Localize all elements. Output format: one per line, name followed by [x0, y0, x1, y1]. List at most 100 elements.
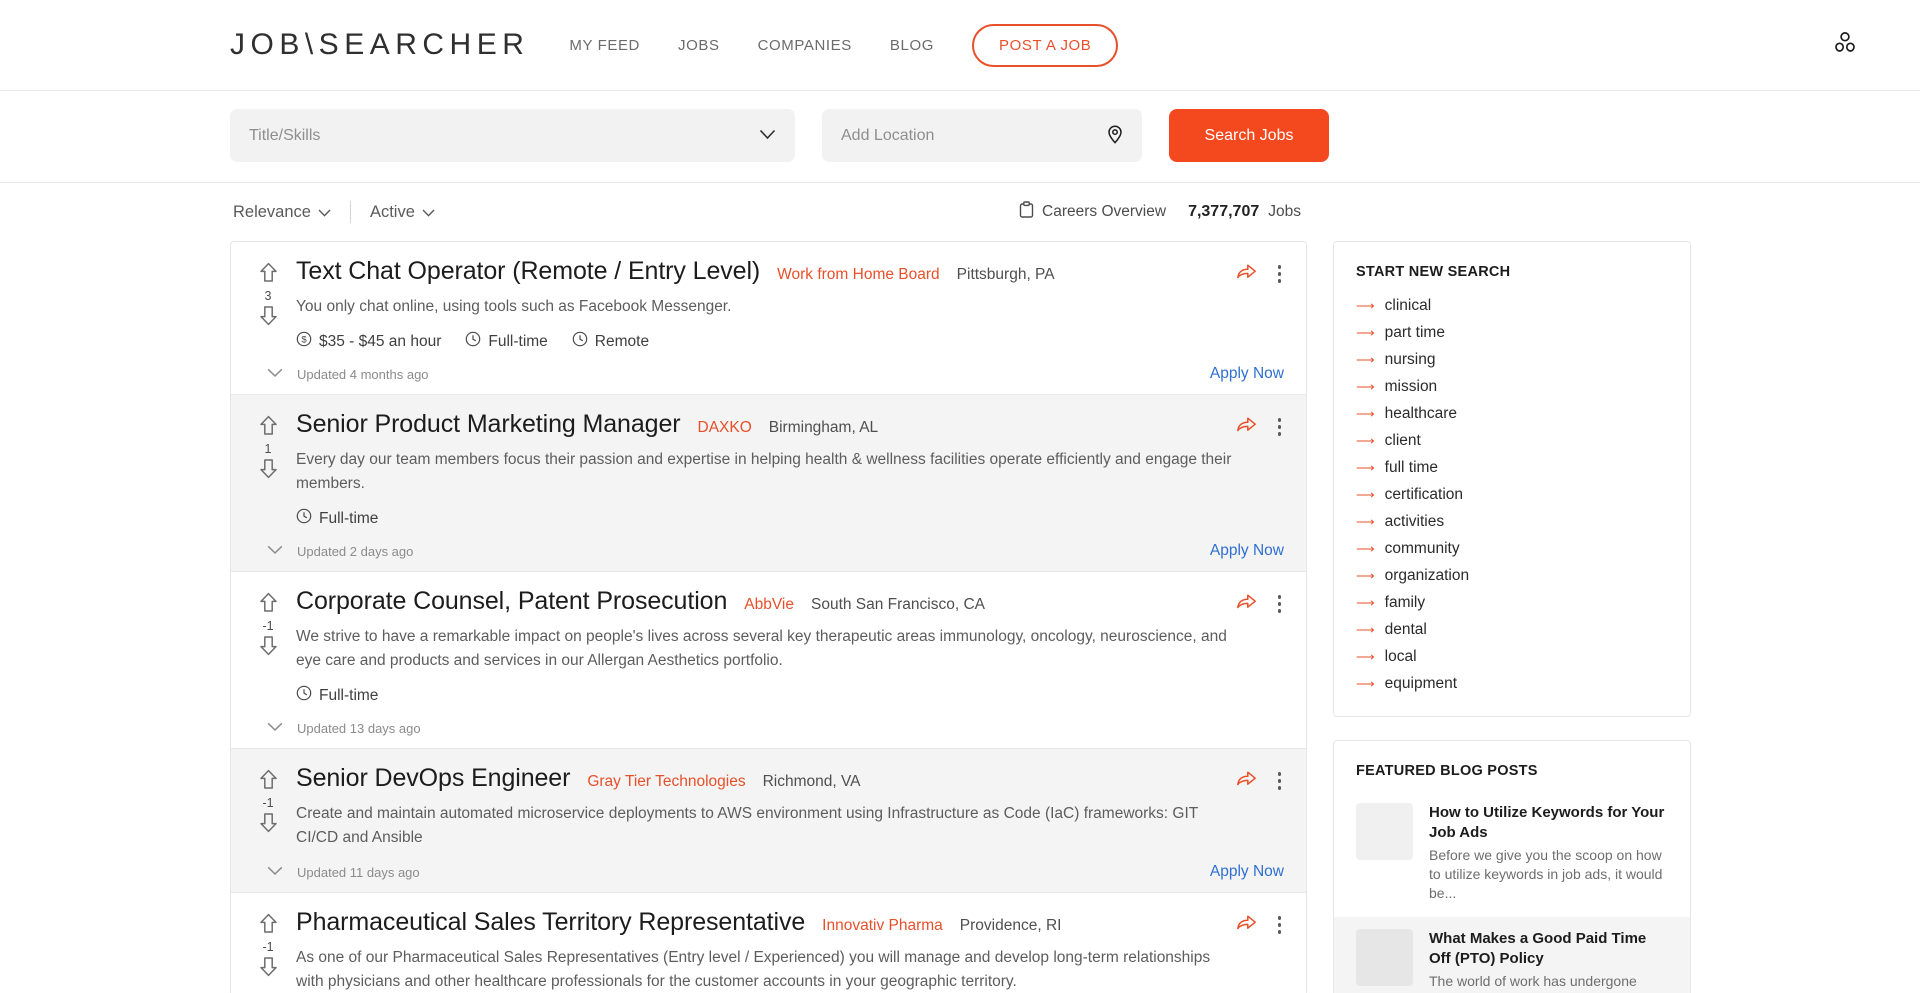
- blog-thumbnail: [1356, 929, 1413, 986]
- search-term-label: community: [1384, 539, 1460, 557]
- upvote-icon[interactable]: [259, 592, 278, 618]
- job-tag-remote: Remote: [572, 331, 649, 352]
- upvote-icon[interactable]: [259, 769, 278, 795]
- sort-dropdown[interactable]: Relevance: [233, 203, 331, 222]
- users-icon[interactable]: [1832, 30, 1858, 61]
- expand-chevron-icon[interactable]: [267, 719, 283, 737]
- search-jobs-button[interactable]: Search Jobs: [1169, 109, 1329, 162]
- map-pin-icon[interactable]: [1107, 125, 1123, 147]
- job-card[interactable]: -1 Senior DevOps Engineer Gray Tier Tech…: [231, 749, 1306, 893]
- share-icon[interactable]: [1236, 262, 1257, 286]
- page-body: Relevance Active Careers Overview 7,377,…: [0, 183, 1920, 993]
- job-card[interactable]: 1 Senior Product Marketing Manager DAXKO…: [231, 395, 1306, 572]
- search-term-client[interactable]: ⟶ client: [1334, 427, 1690, 454]
- search-term-local[interactable]: ⟶ local: [1334, 643, 1690, 670]
- search-term-label: part time: [1384, 323, 1445, 341]
- job-location: Birmingham, AL: [768, 419, 879, 436]
- upvote-icon[interactable]: [259, 913, 278, 939]
- title-skills-input[interactable]: [249, 126, 759, 145]
- apply-now-link[interactable]: Apply Now: [1210, 542, 1284, 560]
- blog-post-item[interactable]: What Makes a Good Paid Time Off (PTO) Po…: [1334, 917, 1690, 993]
- job-title[interactable]: Text Chat Operator (Remote / Entry Level…: [296, 257, 760, 286]
- share-icon[interactable]: [1236, 913, 1257, 937]
- blog-post-excerpt: Before we give you the scoop on how to u…: [1429, 847, 1663, 901]
- job-title[interactable]: Senior DevOps Engineer: [296, 764, 570, 793]
- job-title-row: Text Chat Operator (Remote / Entry Level…: [296, 257, 1284, 286]
- location-field[interactable]: [822, 109, 1142, 162]
- expand-chevron-icon[interactable]: [267, 863, 283, 881]
- job-title[interactable]: Senior Product Marketing Manager: [296, 410, 681, 439]
- search-term-activities[interactable]: ⟶ activities: [1334, 508, 1690, 535]
- job-tag-label: Remote: [594, 332, 650, 350]
- downvote-icon[interactable]: [259, 635, 278, 661]
- share-icon[interactable]: [1236, 769, 1257, 793]
- downvote-icon[interactable]: [259, 956, 278, 982]
- job-location: Richmond, VA: [762, 773, 861, 790]
- expand-chevron-icon[interactable]: [267, 542, 283, 560]
- job-company[interactable]: Work from Home Board: [777, 266, 940, 284]
- blog-post-item[interactable]: How to Utilize Keywords for Your Job Ads…: [1334, 791, 1690, 917]
- chevron-down-icon: [318, 203, 331, 222]
- search-term-family[interactable]: ⟶ family: [1334, 589, 1690, 616]
- more-options-icon[interactable]: [1273, 912, 1287, 938]
- post-a-job-button[interactable]: POST A JOB: [971, 23, 1119, 67]
- search-term-label: clinical: [1384, 296, 1432, 314]
- arrow-right-icon: ⟶: [1356, 568, 1375, 583]
- search-term-organization[interactable]: ⟶ organization: [1334, 562, 1690, 589]
- search-term-mission[interactable]: ⟶ mission: [1334, 373, 1690, 400]
- upvote-icon[interactable]: [259, 415, 278, 441]
- nav-item-blog[interactable]: BLOG: [890, 37, 934, 54]
- careers-overview-link[interactable]: Careers Overview: [1019, 201, 1166, 223]
- job-card-actions: [1236, 414, 1287, 440]
- job-company[interactable]: Innovativ Pharma: [822, 917, 943, 935]
- job-card-footer: Updated 2 days ago Apply Now: [267, 542, 1284, 571]
- search-term-part-time[interactable]: ⟶ part time: [1334, 319, 1690, 346]
- status-dropdown[interactable]: Active: [370, 203, 435, 222]
- more-options-icon[interactable]: [1273, 591, 1287, 617]
- job-title-row: Corporate Counsel, Patent Prosecution Ab…: [296, 587, 1284, 616]
- job-body: Pharmaceutical Sales Territory Represent…: [286, 908, 1284, 993]
- nav-item-companies[interactable]: COMPANIES: [758, 37, 852, 54]
- search-term-clinical[interactable]: ⟶ clinical: [1334, 292, 1690, 319]
- job-company[interactable]: AbbVie: [744, 596, 794, 614]
- results-summary: Careers Overview 7,377,707 Jobs: [1019, 201, 1304, 223]
- title-skills-field[interactable]: [230, 109, 795, 162]
- job-company[interactable]: Gray Tier Technologies: [587, 773, 745, 791]
- downvote-icon[interactable]: [259, 458, 278, 484]
- job-card[interactable]: -1 Corporate Counsel, Patent Prosecution…: [231, 572, 1306, 749]
- downvote-icon[interactable]: [259, 812, 278, 838]
- search-term-label: dental: [1384, 620, 1427, 638]
- site-logo[interactable]: JOB\SEARCHER: [230, 28, 529, 62]
- job-title[interactable]: Pharmaceutical Sales Territory Represent…: [296, 908, 805, 937]
- apply-now-link[interactable]: Apply Now: [1210, 365, 1284, 383]
- expand-chevron-icon[interactable]: [267, 365, 283, 383]
- more-options-icon[interactable]: [1273, 414, 1287, 440]
- upvote-icon[interactable]: [259, 262, 278, 288]
- search-term-full-time[interactable]: ⟶ full time: [1334, 454, 1690, 481]
- share-icon[interactable]: [1236, 415, 1257, 439]
- share-icon[interactable]: [1236, 592, 1257, 616]
- location-input[interactable]: [841, 126, 1107, 145]
- clock-icon: [296, 508, 312, 529]
- job-body: Corporate Counsel, Patent Prosecution Ab…: [267, 587, 1284, 748]
- job-card[interactable]: -1 Pharmaceutical Sales Territory Repres…: [231, 893, 1306, 993]
- job-company[interactable]: DAXKO: [698, 419, 752, 437]
- apply-now-link[interactable]: Apply Now: [1210, 863, 1284, 881]
- search-term-community[interactable]: ⟶ community: [1334, 535, 1690, 562]
- arrow-right-icon: ⟶: [1356, 325, 1375, 340]
- job-count-label: Jobs: [1268, 203, 1301, 220]
- job-card[interactable]: 3 Text Chat Operator (Remote / Entry Lev…: [231, 242, 1306, 395]
- nav-item-jobs[interactable]: JOBS: [678, 37, 720, 54]
- search-term-nursing[interactable]: ⟶ nursing: [1334, 346, 1690, 373]
- more-options-icon[interactable]: [1273, 768, 1287, 794]
- job-title[interactable]: Corporate Counsel, Patent Prosecution: [296, 587, 727, 616]
- downvote-icon[interactable]: [259, 305, 278, 331]
- job-card-footer: Updated 13 days ago: [267, 719, 1284, 748]
- nav-item-my-feed[interactable]: MY FEED: [569, 37, 640, 54]
- search-term-equipment[interactable]: ⟶ equipment: [1334, 670, 1690, 697]
- more-options-icon[interactable]: [1273, 261, 1287, 287]
- search-term-healthcare[interactable]: ⟶ healthcare: [1334, 400, 1690, 427]
- search-term-certification[interactable]: ⟶ certification: [1334, 481, 1690, 508]
- chevron-down-icon[interactable]: [759, 128, 776, 143]
- search-term-dental[interactable]: ⟶ dental: [1334, 616, 1690, 643]
